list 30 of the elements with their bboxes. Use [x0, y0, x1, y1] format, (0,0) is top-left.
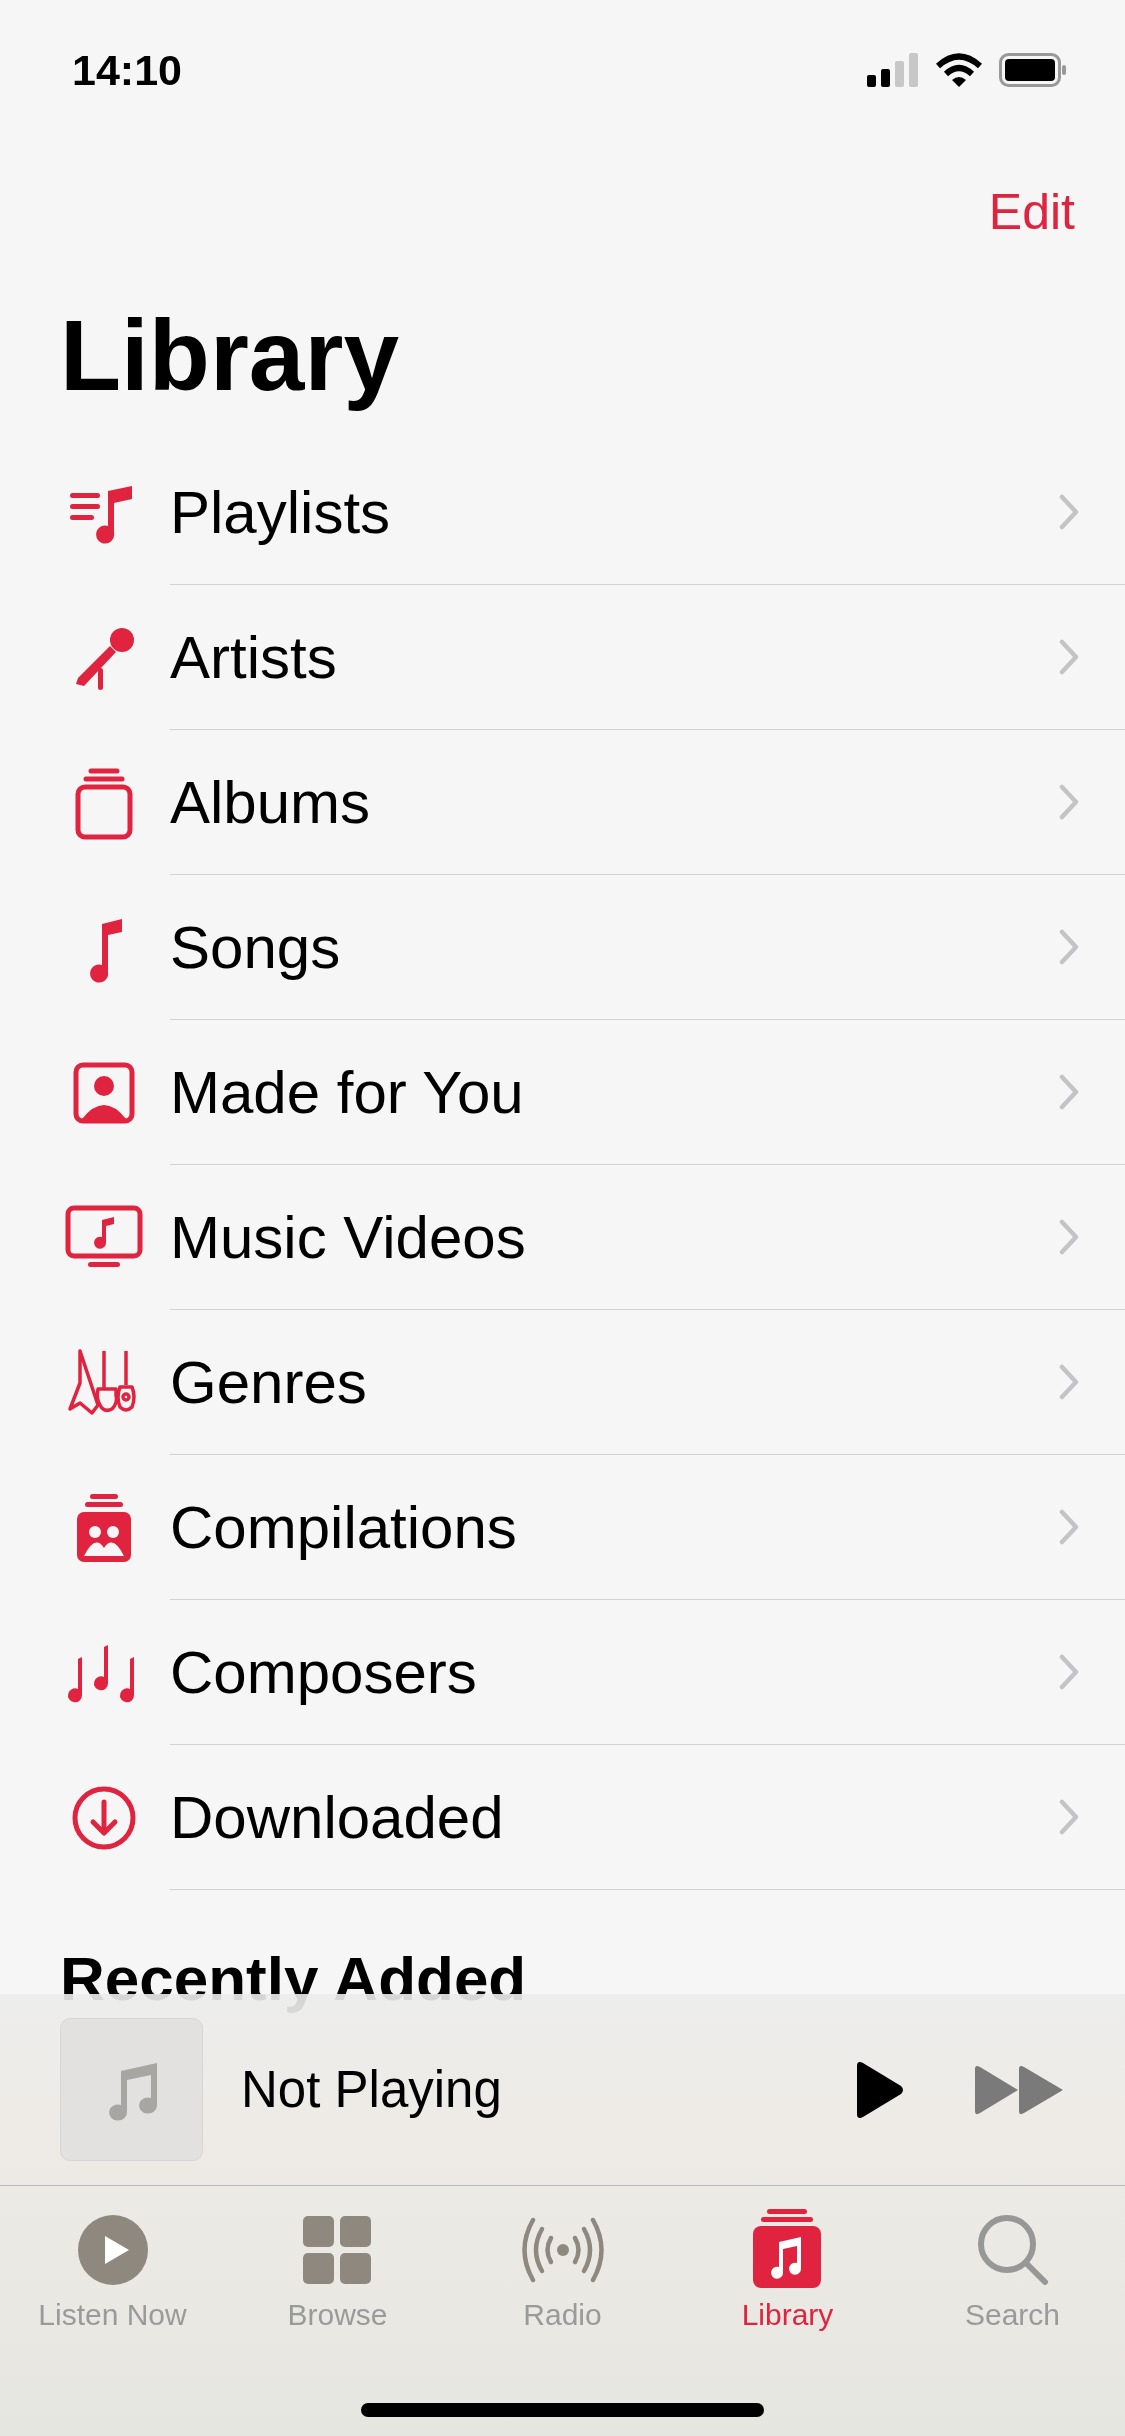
- track-title: Not Playing: [241, 2060, 503, 2119]
- chevron-icon: [1059, 639, 1079, 675]
- list-row[interactable]: Made for You: [170, 1020, 1125, 1165]
- clock-time: 14:10: [72, 45, 182, 95]
- chevron-icon: [1059, 1364, 1079, 1400]
- list-row[interactable]: Songs: [170, 875, 1125, 1020]
- chevron-icon: [1059, 1509, 1079, 1545]
- chevron-icon: [1059, 1654, 1079, 1690]
- list-row[interactable]: Albums: [170, 730, 1125, 875]
- chevron-icon: [1059, 784, 1079, 820]
- list-row[interactable]: Music Videos: [170, 1165, 1125, 1310]
- chevron-icon: [1059, 494, 1079, 530]
- chevron-icon: [1059, 1074, 1079, 1110]
- chevron-icon: [1059, 1799, 1079, 1835]
- section-heading: Recently Added: [60, 1943, 527, 2015]
- page-title: Library: [60, 298, 399, 413]
- list-row[interactable]: Composers: [170, 1600, 1125, 1745]
- list-row[interactable]: Genres: [170, 1310, 1125, 1455]
- signal-icon: [867, 53, 919, 87]
- list-row[interactable]: Playlists: [170, 440, 1125, 585]
- chevron-icon: [1059, 1219, 1079, 1255]
- wifi-icon: [935, 53, 983, 87]
- tab[interactable]: Library: [741, 2206, 834, 2332]
- forward-button[interactable]: [973, 2063, 1065, 2116]
- list-row[interactable]: Artists: [170, 585, 1125, 730]
- battery-icon: [999, 53, 1067, 87]
- list-row[interactable]: Downloaded: [170, 1745, 1125, 1890]
- chevron-icon: [1059, 929, 1079, 965]
- list-row[interactable]: Compilations: [170, 1455, 1125, 1600]
- edit-button[interactable]: Edit: [988, 183, 1075, 241]
